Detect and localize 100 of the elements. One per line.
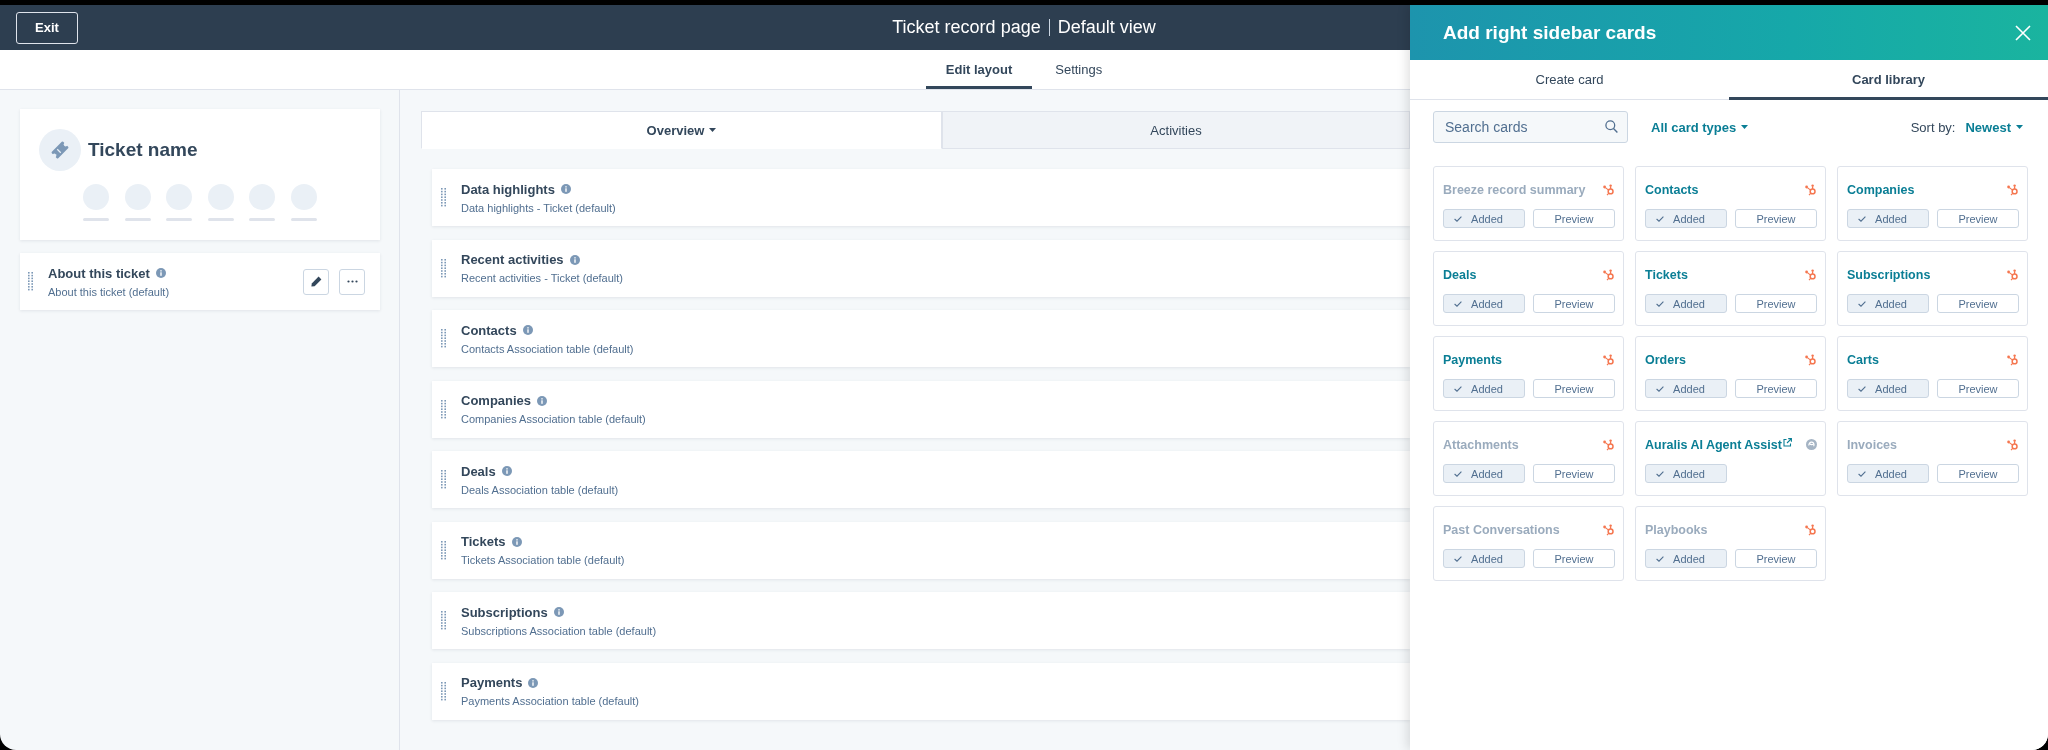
info-icon [501, 466, 512, 476]
preview-button[interactable]: Preview [1937, 209, 2019, 228]
placeholder-icon [83, 184, 109, 222]
panel-title: Add right sidebar cards [1443, 21, 1657, 44]
exit-button[interactable]: Exit [16, 11, 78, 44]
added-button[interactable]: Added [1645, 379, 1727, 398]
info-icon [528, 677, 539, 688]
close-icon [2015, 24, 2031, 41]
check-icon [1454, 300, 1462, 307]
drag-handle-icon[interactable] [441, 611, 446, 630]
ticket-icon [39, 129, 81, 171]
check-icon [1858, 470, 1866, 477]
sprocket-icon [2007, 353, 2019, 366]
preview-button[interactable]: Preview [1735, 294, 1817, 313]
card-subtitle: About this ticket (default) [48, 285, 171, 298]
drag-handle-icon[interactable] [441, 681, 446, 701]
card-title: Invoices [1847, 437, 1898, 452]
card-title: About this ticket [48, 265, 150, 281]
added-button[interactable]: Added [1847, 294, 1929, 313]
card-title: Recent activities [461, 252, 564, 267]
added-button[interactable]: Added [1847, 209, 1929, 228]
sort-dropdown[interactable]: Newest [1965, 119, 2023, 135]
preview-button[interactable]: Preview [1735, 209, 1817, 228]
check-icon [1858, 385, 1866, 392]
card-type-filter[interactable]: All card types [1651, 119, 1749, 135]
card-title: Playbooks [1645, 522, 1708, 537]
card-title: Payments [461, 675, 523, 690]
page-title: Ticket record page [892, 17, 1041, 38]
check-icon [1454, 470, 1462, 477]
added-button[interactable]: Added [1443, 379, 1525, 398]
card-subtitle: Payments Association table (default) [461, 695, 640, 707]
placeholder-icon [207, 184, 234, 222]
check-icon [1858, 300, 1866, 307]
drag-handle-icon[interactable] [441, 188, 446, 207]
preview-button[interactable]: Preview [1533, 379, 1615, 398]
pencil-icon [310, 276, 322, 287]
info-icon [569, 254, 580, 265]
card-title: Breeze record summary [1443, 182, 1586, 197]
drag-handle-icon[interactable] [441, 399, 446, 419]
placeholder-icon [249, 184, 276, 222]
card-title: Subscriptions [461, 604, 548, 620]
info-icon [560, 184, 571, 194]
card-title: Orders [1645, 352, 1686, 367]
card-subtitle: Deals Association table (default) [461, 483, 620, 496]
card-subtitle: Recent activities - Ticket (default) [461, 272, 624, 284]
card-title: Attachments [1443, 437, 1519, 452]
view-name: Default view [1057, 17, 1156, 38]
placeholder-icon [290, 184, 317, 222]
search-icon [1605, 120, 1618, 133]
card-title: Subscriptions [1847, 267, 1931, 282]
drag-handle-icon[interactable] [28, 272, 33, 291]
info-icon [553, 607, 564, 617]
added-button[interactable]: Added [1645, 464, 1727, 483]
card-title: Tickets [461, 534, 506, 549]
sprocket-icon [2007, 268, 2019, 281]
card-title: Deals [461, 463, 496, 479]
card-subtitle: Contacts Association table (default) [461, 342, 635, 355]
check-icon [1454, 215, 1462, 222]
info-icon [522, 325, 533, 335]
card-subtitle: Data highlights - Ticket (default) [461, 201, 617, 214]
placeholder-icon [166, 184, 193, 222]
drag-handle-icon[interactable] [441, 540, 446, 560]
sprocket-icon [1805, 353, 1817, 366]
layout-tab[interactable]: Edit layout [925, 50, 1033, 89]
sprocket-icon [2007, 438, 2019, 451]
preview-button[interactable]: Preview [1937, 294, 2019, 313]
check-icon [1656, 555, 1664, 562]
close-button[interactable] [2015, 24, 2031, 41]
layout-tab[interactable]: Settings [1035, 50, 1123, 89]
check-icon [1454, 555, 1462, 562]
sprocket-icon [1603, 438, 1615, 451]
added-button[interactable]: Added [1847, 379, 1929, 398]
card-title: Deals [1443, 267, 1477, 282]
preview-button[interactable]: Preview [1735, 379, 1817, 398]
card-title: Tickets [1645, 267, 1688, 282]
card-title: Carts [1847, 352, 1879, 367]
search-field[interactable]: Search cards [1433, 111, 1628, 143]
sprocket-icon [1805, 523, 1817, 536]
more-button[interactable] [339, 268, 365, 295]
added-button[interactable]: Added [1443, 294, 1525, 313]
added-button[interactable]: Added [1645, 209, 1727, 228]
preview-button[interactable]: Preview [1533, 294, 1615, 313]
sprocket-icon [1603, 523, 1615, 536]
sprocket-icon [1603, 268, 1615, 281]
preview-button[interactable]: Preview [1937, 379, 2019, 398]
card-title: Data highlights [461, 181, 555, 197]
drag-handle-icon[interactable] [441, 329, 446, 348]
added-button[interactable]: Added [1645, 294, 1727, 313]
drag-handle-icon[interactable] [441, 470, 446, 489]
card-subtitle: Tickets Association table (default) [461, 554, 626, 566]
check-icon [1454, 385, 1462, 392]
view-tab[interactable]: Activities [942, 111, 1410, 149]
panel-tab[interactable]: Card library [1729, 60, 2048, 100]
view-tab[interactable]: Overview [421, 111, 942, 149]
sprocket-icon [2007, 183, 2019, 196]
sort-label: Sort by: [1910, 119, 1956, 135]
edit-button[interactable] [303, 268, 329, 295]
drag-handle-icon[interactable] [441, 258, 446, 278]
panel-tab[interactable]: Create card [1410, 60, 1729, 100]
card-title: Payments [1443, 352, 1503, 367]
